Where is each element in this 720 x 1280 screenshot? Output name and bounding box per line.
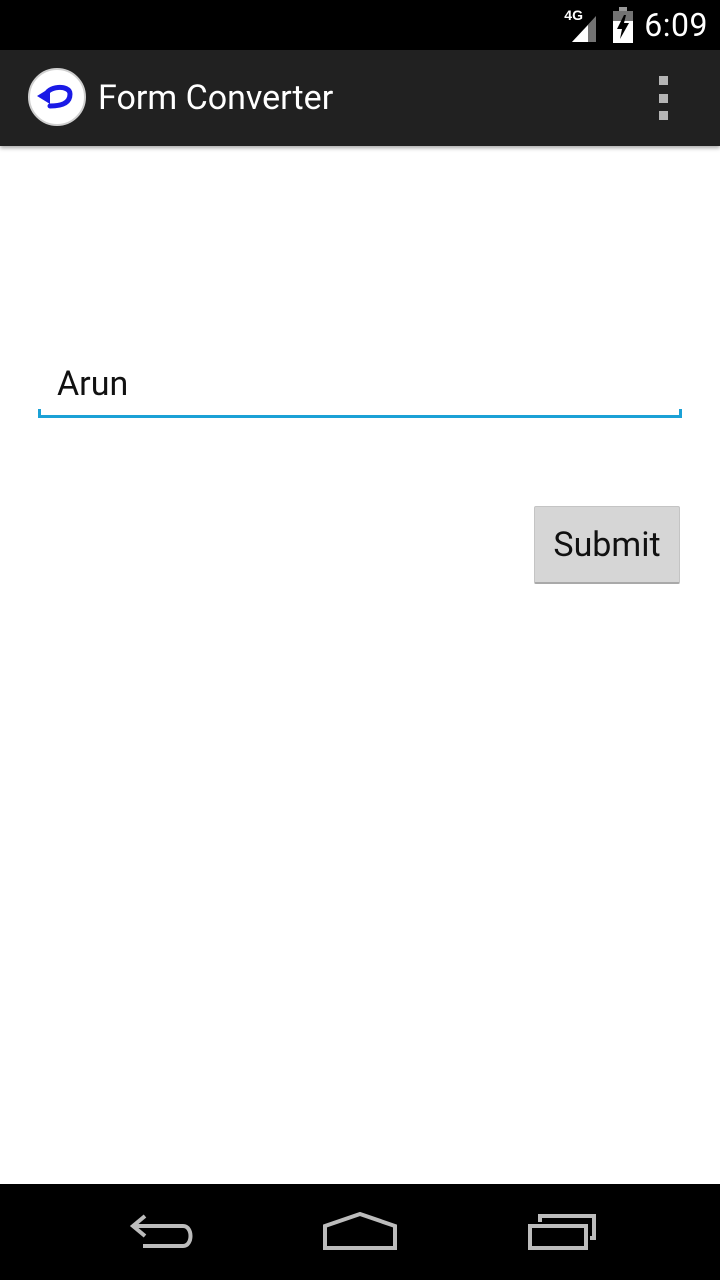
back-icon[interactable] <box>112 1202 208 1262</box>
navigation-bar <box>0 1184 720 1280</box>
battery-charging-icon <box>612 7 634 43</box>
name-input[interactable] <box>38 356 682 412</box>
name-field[interactable] <box>38 356 682 418</box>
app-title: Form Converter <box>98 78 334 118</box>
network-type-label: 4G <box>564 7 583 23</box>
home-icon[interactable] <box>312 1202 408 1262</box>
overflow-dot <box>658 76 668 85</box>
field-underline-left-tick <box>38 409 41 418</box>
field-underline <box>38 415 682 418</box>
screen: 4G 6:09 Form Converter Arun Submit <box>0 0 720 1280</box>
recent-apps-icon[interactable] <box>514 1202 610 1262</box>
clock: 6:09 <box>644 6 708 44</box>
overflow-dot <box>658 93 668 103</box>
back-arrow-logo-icon[interactable] <box>28 68 86 126</box>
overflow-menu-icon[interactable] <box>646 76 680 120</box>
action-bar: Form Converter <box>0 50 720 146</box>
overflow-dot <box>658 111 668 120</box>
status-bar: 4G 6:09 <box>0 0 720 50</box>
signal-icon: 4G <box>564 7 602 42</box>
field-underline-right-tick <box>679 409 682 418</box>
status-icons: 4G 6:09 <box>564 0 708 50</box>
submit-button[interactable]: Submit <box>534 506 680 584</box>
